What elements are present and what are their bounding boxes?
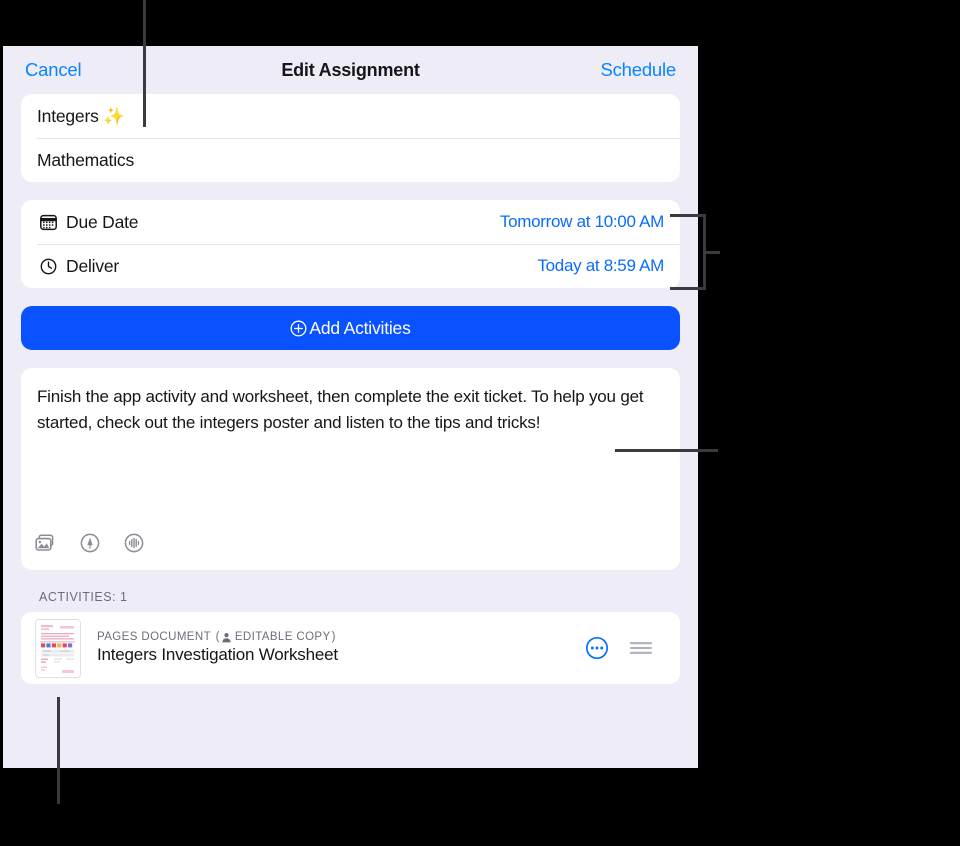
callout-bracket-dates-bottom xyxy=(670,287,706,290)
deliver-value[interactable]: Today at 8:59 AM xyxy=(537,256,664,276)
edit-assignment-sheet: Cancel Edit Assignment Schedule Integers… xyxy=(3,46,698,768)
callout-bracket-dates-top xyxy=(670,214,706,217)
assignment-subject-field[interactable]: Mathematics xyxy=(21,138,680,182)
activities-count-label: ACTIVITIES: 1 xyxy=(39,590,128,604)
callout-line-activity xyxy=(57,697,60,804)
callout-line-title xyxy=(143,0,146,127)
assignment-subject-value: Mathematics xyxy=(37,149,134,170)
activity-kind-label: PAGES DOCUMENT xyxy=(97,631,212,643)
callout-line-description xyxy=(615,449,718,452)
callout-bracket-dates-stub xyxy=(703,251,720,254)
instructions-card[interactable]: Finish the app activity and worksheet, t… xyxy=(21,368,680,570)
audio-waveform-icon[interactable] xyxy=(123,532,145,554)
instructions-toolbar xyxy=(35,532,145,554)
deliver-row[interactable]: Deliver Today at 8:59 AM xyxy=(21,244,680,288)
due-date-label: Due Date xyxy=(66,211,139,232)
add-activities-label: Add Activities xyxy=(309,317,411,338)
assignment-title-value: Integers ✨ xyxy=(37,105,125,126)
navigation-bar: Cancel Edit Assignment Schedule xyxy=(3,46,698,94)
activity-row[interactable]: PAGES DOCUMENT ( EDITABLE COPY ) Integer… xyxy=(21,612,680,684)
clock-icon xyxy=(37,255,59,277)
activity-actions xyxy=(584,635,666,661)
assignment-details-card: Integers ✨ Mathematics xyxy=(21,94,680,182)
due-date-value[interactable]: Tomorrow at 10:00 AM xyxy=(500,212,664,232)
markup-pen-icon[interactable] xyxy=(79,532,101,554)
activity-kind: PAGES DOCUMENT ( EDITABLE COPY ) xyxy=(97,631,338,643)
activity-badge-open: ( xyxy=(212,631,220,643)
page-title: Edit Assignment xyxy=(281,59,420,80)
activity-title: Integers Investigation Worksheet xyxy=(97,645,338,664)
cancel-button[interactable]: Cancel xyxy=(25,59,82,81)
due-date-row[interactable]: Due Date Tomorrow at 10:00 AM xyxy=(21,200,680,244)
activity-badge-close: ) xyxy=(331,631,336,643)
deliver-label: Deliver xyxy=(66,255,120,276)
calendar-icon xyxy=(37,211,59,233)
activity-info: PAGES DOCUMENT ( EDITABLE COPY ) Integer… xyxy=(97,631,338,665)
activity-badge-label: EDITABLE COPY xyxy=(234,631,331,643)
dates-card: Due Date Tomorrow at 10:00 AM Deliver To… xyxy=(21,200,680,288)
reorder-handle-icon[interactable] xyxy=(628,635,654,661)
more-circle-icon[interactable] xyxy=(584,635,610,661)
add-activities-button[interactable]: Add Activities xyxy=(21,306,680,350)
instructions-text[interactable]: Finish the app activity and worksheet, t… xyxy=(37,384,664,435)
assignment-title-field[interactable]: Integers ✨ xyxy=(21,94,680,138)
document-thumbnail xyxy=(35,618,81,678)
plus-circle-icon xyxy=(290,320,307,337)
schedule-button[interactable]: Schedule xyxy=(600,59,676,81)
photos-icon[interactable] xyxy=(35,532,57,554)
person-icon xyxy=(221,632,232,643)
